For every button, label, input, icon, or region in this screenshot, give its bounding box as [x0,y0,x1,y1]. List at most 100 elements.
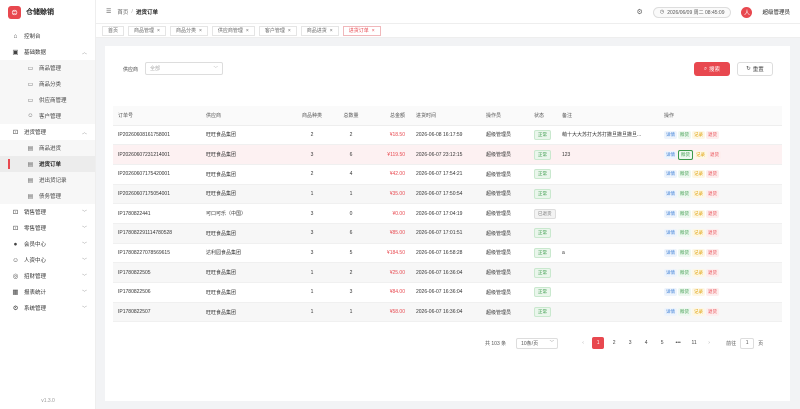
credit-button[interactable]: 赊货 [678,130,691,139]
next-page-button[interactable]: › [704,337,714,349]
collapse-menu-icon[interactable]: ☰ [106,8,111,15]
record-button[interactable]: 记录 [692,130,705,139]
nav-item-dashboard[interactable]: ⌂ 控制台 [0,28,95,44]
detail-button[interactable]: 详情 [664,248,677,257]
nav-item-purchase[interactable]: ⊡ 进货管理 ︿ [0,124,95,140]
table-row[interactable]: IP20260607231214001 旺旺食品集团 3 6 ¥119.50 2026-0… [113,144,782,165]
credit-button[interactable]: 赊货 [678,209,691,218]
page-button[interactable]: 1 [592,337,605,349]
record-button[interactable]: 记录 [692,308,705,317]
tab-home[interactable]: 首页 [102,25,125,36]
sidebar-item-product-category[interactable]: ▭ 商品分类 [0,76,95,92]
nav-item-sales[interactable]: ⊡ 销售管理 ﹀ [0,204,95,220]
record-button[interactable]: 记录 [694,150,707,159]
sidebar-item-debt-manage[interactable]: ▤ 债务管理 [0,188,95,204]
page-button[interactable]: 2 [608,337,620,349]
table-row[interactable]: IP1780822507 旺旺食品集团 1 1 ¥58.00 2026-06-07 16:… [113,302,782,323]
nav-item-finance[interactable]: ◎ 招财管理 ﹀ [0,268,95,284]
settings-icon[interactable]: ⚙ [637,8,643,16]
sidebar-item-customer-manage[interactable]: ☺ 客户管理 [0,108,95,124]
return-button[interactable]: 退货 [706,130,719,139]
return-button[interactable]: 退货 [706,248,719,257]
return-button[interactable]: 退货 [706,209,719,218]
detail-button[interactable]: 详情 [664,268,677,277]
tab-customer-manage[interactable]: 客户管理 × [258,25,297,36]
credit-button[interactable]: 赊货 [678,189,691,198]
supplier-select[interactable]: 全部 ﹀ [145,62,223,75]
detail-button[interactable]: 详情 [664,288,677,297]
reset-button[interactable]: ↻ 重置 [737,62,773,76]
page-button[interactable]: 5 [656,337,668,349]
page-size-select[interactable]: 10条/页 ﹀ [516,337,559,349]
credit-button[interactable]: 赊货 [678,149,693,160]
table-row[interactable]: IP1780822441 可口可乐（中国） 3 0 ¥0.00 2026-06-07 17… [113,203,782,224]
credit-button[interactable]: 赊货 [678,288,691,297]
sidebar-item-product-manage[interactable]: ▭ 商品管理 [0,60,95,76]
sidebar-item-product-purchase[interactable]: ▤ 商品进货 [0,140,95,156]
table-row[interactable]: IP20260607175420001 旺旺食品集团 2 4 ¥42.00 2026-06… [113,164,782,185]
nav-item-hr[interactable]: ☺ 人资中心 ﹀ [0,252,95,268]
tab-purchase-orders[interactable]: 进货订单 × [342,25,381,36]
tab-supplier-manage[interactable]: 供应商管理 × [211,25,255,36]
return-button[interactable]: 退货 [706,268,719,277]
app-logo[interactable]: ⊜ 仓储赊销 [0,0,95,24]
more-pages-button[interactable]: ••• [672,337,684,349]
return-button[interactable]: 退货 [708,150,721,159]
avatar[interactable]: 人 [741,6,753,18]
return-button[interactable]: 退货 [706,229,719,238]
detail-button[interactable]: 详情 [664,229,677,238]
credit-button[interactable]: 赊货 [678,229,691,238]
record-button[interactable]: 记录 [692,288,705,297]
close-icon[interactable]: × [246,28,249,34]
nav-item-basic-data[interactable]: ▣ 基础数据 ︿ [0,44,95,60]
nav-item-reports[interactable]: ▦ 报表统计 ﹀ [0,284,95,300]
nav-item-retail[interactable]: ⊡ 零售管理 ﹀ [0,220,95,236]
detail-button[interactable]: 详情 [664,189,677,198]
detail-button[interactable]: 详情 [664,130,677,139]
detail-button[interactable]: 详情 [664,150,677,159]
credit-button[interactable]: 赊货 [678,268,691,277]
table-row[interactable]: IP1780822505 旺旺食品集团 1 2 ¥25.00 2026-06-07 16:… [113,262,782,283]
record-button[interactable]: 记录 [692,248,705,257]
return-button[interactable]: 退货 [706,308,719,317]
search-button[interactable]: ⌕ 搜索 [694,62,730,76]
return-button[interactable]: 退货 [706,288,719,297]
breadcrumb-home[interactable]: 首页 [117,8,128,16]
return-button[interactable]: 退货 [706,189,719,198]
record-button[interactable]: 记录 [692,209,705,218]
return-button[interactable]: 退货 [706,170,719,179]
close-icon[interactable]: × [330,28,333,34]
table-row[interactable]: IP1780822506 旺旺食品集团 1 3 ¥84.00 2026-06-07 16:… [113,282,782,303]
tab-product-manage[interactable]: 商品管理 × [128,25,166,36]
table-row[interactable]: IP17808227078569615 达利园食品集团 3 5 ¥184.50 2026-… [113,243,782,264]
table-row[interactable]: IP1780822911147805​28 旺旺食品集团 3 6 ¥85.00 2026-… [113,223,782,244]
user-name[interactable]: 超级管理员 [762,8,790,16]
close-icon[interactable]: × [288,28,291,34]
table-row[interactable]: IP20260607175054001 旺旺食品集团 1 1 ¥35.00 2026-06… [113,184,782,205]
credit-button[interactable]: 赊货 [678,248,691,257]
prev-page-button[interactable]: ‹ [578,337,588,349]
page-button[interactable]: 4 [640,337,652,349]
credit-button[interactable]: 赊货 [678,308,691,317]
credit-button[interactable]: 赊货 [678,170,691,179]
sidebar-item-purchase-orders[interactable]: ▤ 进货订单 [0,156,95,172]
close-icon[interactable]: × [372,28,375,34]
detail-button[interactable]: 详情 [664,209,677,218]
tab-product-purchase[interactable]: 商品进货 × [300,25,339,36]
record-button[interactable]: 记录 [692,268,705,277]
page-button[interactable]: 11 [688,337,700,349]
record-button[interactable]: 记录 [692,229,705,238]
record-button[interactable]: 记录 [692,189,705,198]
table-row[interactable]: IP20260608161758001 旺旺食品集团 2 2 ¥18.50 2026-06… [113,125,782,146]
tab-product-category[interactable]: 商品分类 × [169,25,208,36]
nav-item-members[interactable]: ● 会员中心 ﹀ [0,236,95,252]
sidebar-item-inout-records[interactable]: ▤ 进出货记录 [0,172,95,188]
sidebar-item-supplier-manage[interactable]: ▭ 供应商管理 [0,92,95,108]
nav-item-system[interactable]: ⚙ 系统管理 ﹀ [0,300,95,316]
page-button[interactable]: 3 [624,337,636,349]
record-button[interactable]: 记录 [692,170,705,179]
detail-button[interactable]: 详情 [664,308,677,317]
goto-page-input[interactable]: 1 [740,337,755,349]
close-icon[interactable]: × [157,28,160,34]
close-icon[interactable]: × [199,28,202,34]
